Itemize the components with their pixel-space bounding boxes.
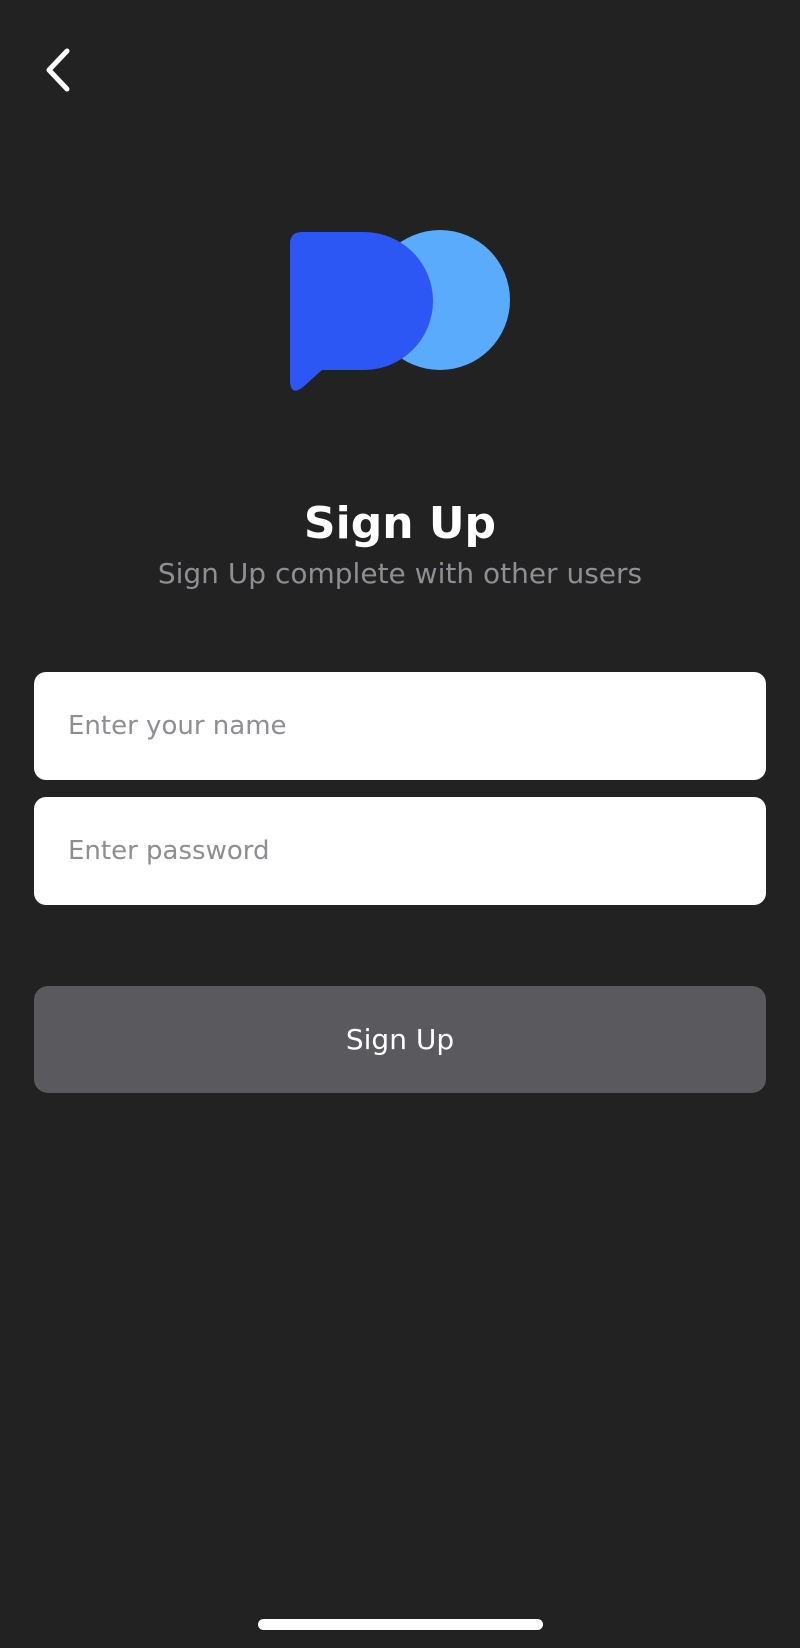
sign-up-button[interactable]: Sign Up	[34, 986, 766, 1093]
chevron-left-icon	[46, 48, 70, 92]
back-button[interactable]	[30, 38, 86, 102]
name-input[interactable]	[34, 672, 766, 780]
home-indicator	[258, 1619, 543, 1630]
password-field-container	[34, 797, 766, 905]
name-field-container	[34, 672, 766, 780]
page-subtitle: Sign Up complete with other users	[157, 557, 643, 590]
page-title: Sign Up	[303, 498, 497, 549]
chat-bubble-logo-icon	[290, 230, 510, 391]
password-input[interactable]	[34, 797, 766, 905]
app-logo	[288, 230, 512, 394]
